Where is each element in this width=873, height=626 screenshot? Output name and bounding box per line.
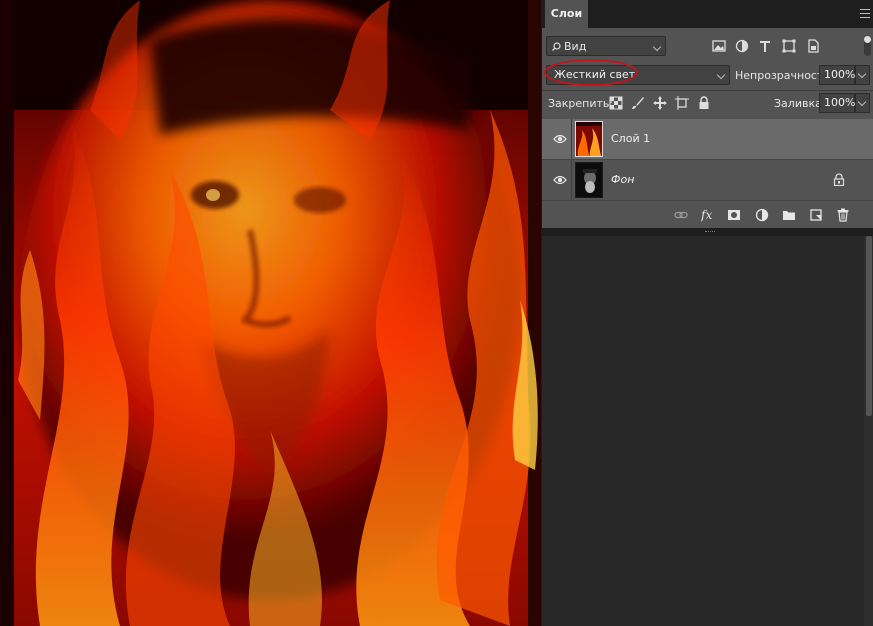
layer-name[interactable]: Фон <box>611 173 634 186</box>
add-mask-icon[interactable] <box>727 208 741 222</box>
chevron-down-icon <box>857 97 867 107</box>
blend-mode-select[interactable]: Жесткий свет <box>546 65 730 85</box>
layer-row-background[interactable]: Фон <box>542 160 873 200</box>
delete-icon[interactable] <box>836 208 850 222</box>
panel-resize-handle[interactable] <box>542 228 873 236</box>
flames-thumbnail-image <box>576 122 602 156</box>
svg-text:fx: fx <box>701 208 712 222</box>
lock-label: Закрепить: <box>548 97 614 110</box>
panel-scrollbar[interactable] <box>864 236 873 626</box>
new-adjustment-icon[interactable] <box>755 208 769 222</box>
new-group-icon[interactable] <box>782 208 796 222</box>
link-layers-icon[interactable] <box>674 208 688 222</box>
panel-tab-bar: Слои <box>542 0 873 28</box>
visibility-eye-icon[interactable] <box>553 174 567 186</box>
empty-panel-area <box>546 236 864 626</box>
layer-filter-select[interactable]: Вид <box>546 36 666 56</box>
lock-icon[interactable] <box>833 173 845 186</box>
lock-all-icon[interactable] <box>697 96 711 110</box>
chevron-down-icon <box>857 69 867 79</box>
fill-label: Заливка: <box>774 97 826 110</box>
tab-layers[interactable]: Слои <box>545 0 588 28</box>
layer-thumbnail-flames[interactable] <box>575 121 603 157</box>
divider <box>571 160 572 200</box>
chevron-down-icon <box>652 42 662 52</box>
divider <box>542 200 873 201</box>
visibility-eye-icon[interactable] <box>553 133 567 145</box>
layer-thumbnail-portrait[interactable] <box>575 162 603 198</box>
lock-position-icon[interactable] <box>653 96 667 110</box>
blend-mode-value: Жесткий свет <box>554 68 636 81</box>
opacity-dropdown-button[interactable] <box>855 65 870 85</box>
layers-panel: Слои Вид Жесткий свет Непрозрачность: 10… <box>541 0 873 626</box>
lock-image-pixels-icon[interactable] <box>631 96 645 110</box>
flame-portrait-image <box>0 0 541 626</box>
adjustment-filter-icon[interactable] <box>733 37 751 55</box>
layers-bottom-toolbar: fx <box>542 202 873 228</box>
opacity-input[interactable]: 100% <box>819 65 855 85</box>
filter-toggle[interactable] <box>864 36 871 56</box>
search-icon <box>552 42 561 51</box>
lock-artboard-icon[interactable] <box>675 96 689 110</box>
image-filter-icon[interactable] <box>710 37 728 55</box>
document-canvas[interactable] <box>0 0 541 626</box>
chevron-down-icon <box>716 70 726 80</box>
divider <box>542 90 873 91</box>
panel-menu-icon[interactable] <box>860 9 870 18</box>
layer-row-layer1[interactable]: Слой 1 <box>542 119 873 159</box>
lock-transparent-pixels-icon[interactable] <box>609 96 623 110</box>
portrait-thumbnail-image <box>576 163 602 197</box>
layer-name[interactable]: Слой 1 <box>611 132 650 145</box>
fx-icon[interactable]: fx <box>701 208 715 222</box>
filter-label: Вид <box>564 40 587 53</box>
shape-filter-icon[interactable] <box>780 37 798 55</box>
fill-input[interactable]: 100% <box>819 93 855 113</box>
divider <box>571 119 572 159</box>
smart-object-filter-icon[interactable] <box>804 37 822 55</box>
fill-dropdown-button[interactable] <box>855 93 870 113</box>
type-filter-icon[interactable] <box>756 37 774 55</box>
new-layer-icon[interactable] <box>809 208 823 222</box>
layers-panel-body: Вид Жесткий свет Непрозрачность: 100% За… <box>542 28 873 228</box>
